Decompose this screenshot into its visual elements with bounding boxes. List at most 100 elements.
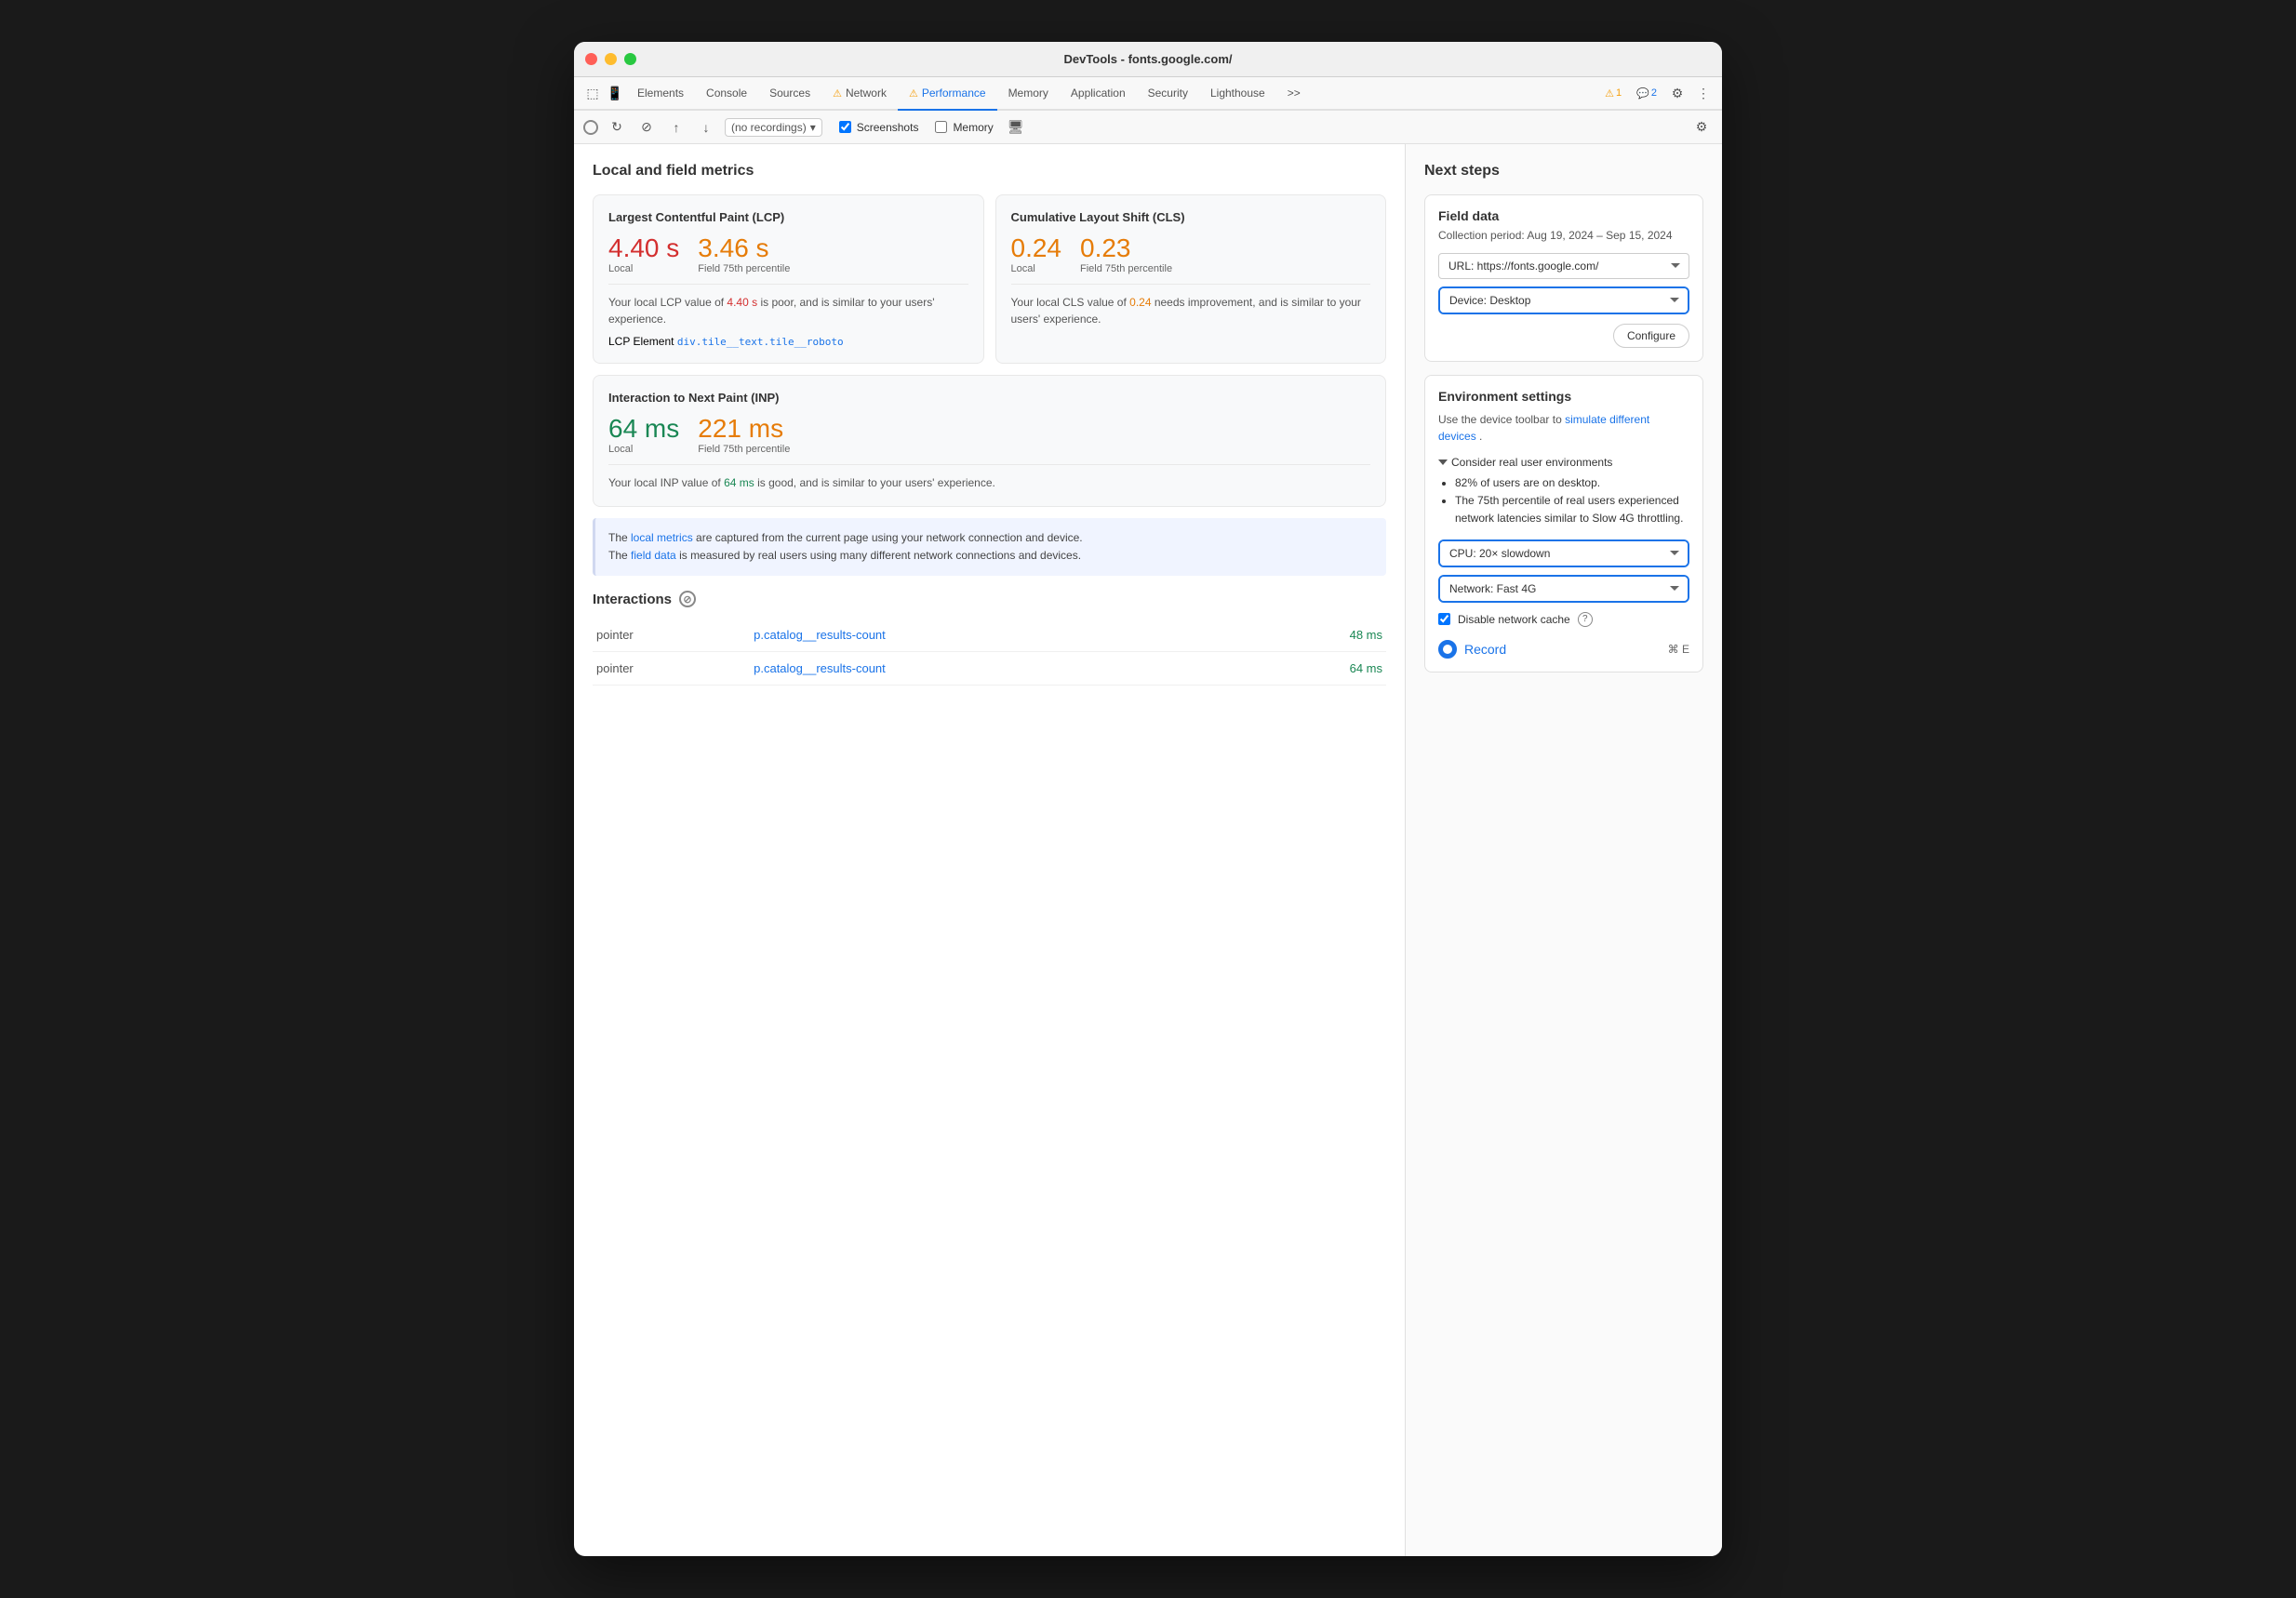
network-warn-icon: ⚠ [833,87,842,100]
device-select[interactable]: Device: Desktop [1440,288,1688,313]
configure-button[interactable]: Configure [1613,324,1689,348]
table-row: pointer p.catalog__results-count 64 ms [593,652,1386,686]
lcp-card: Largest Contentful Paint (LCP) 4.40 s Lo… [593,194,984,364]
triangle-icon [1438,459,1448,465]
device-select-container: Device: Desktop [1438,286,1689,314]
local-metrics-link[interactable]: local metrics [631,531,693,544]
cls-local-label: Local [1011,263,1062,274]
tab-elements[interactable]: Elements [626,77,695,111]
lcp-field-value: 3.46 s [698,235,790,261]
record-button[interactable]: Record [1438,640,1506,659]
inp-card: Interaction to Next Paint (INP) 64 ms Lo… [593,375,1386,507]
table-row: pointer p.catalog__results-count 48 ms [593,619,1386,652]
main-content: Local and field metrics Largest Contentf… [574,144,1722,1556]
cpu-select-container: CPU: 20× slowdown [1438,539,1689,567]
network-conditions-icon[interactable]: 🖥 [1005,116,1027,139]
tab-network[interactable]: ⚠ Network [821,77,898,111]
inspect-icon[interactable]: ⬚ [581,82,604,104]
record-shortcut: ⌘ E [1668,643,1689,656]
interaction-type-1: pointer [593,619,750,652]
lcp-field-label: Field 75th percentile [698,263,790,274]
disable-cache-checkbox[interactable] [1438,613,1450,625]
tab-more[interactable]: >> [1276,77,1312,111]
recordings-dropdown[interactable]: (no recordings) ▾ [725,118,822,137]
next-steps-title: Next steps [1424,163,1703,180]
lcp-field-group: 3.46 s Field 75th percentile [698,235,790,274]
window-title: DevTools - fonts.google.com/ [1063,52,1232,66]
cls-local-value: 0.24 [1011,235,1062,261]
nav-right-actions: ⚠ 1 💬 2 ⚙ ⋮ [1599,82,1715,104]
more-options-icon[interactable]: ⋮ [1692,82,1715,104]
tab-performance[interactable]: ⚠ Performance [898,77,997,111]
left-panel: Local and field metrics Largest Contentf… [574,144,1406,1556]
tab-lighthouse[interactable]: Lighthouse [1199,77,1276,111]
network-select[interactable]: Network: Fast 4G [1440,577,1688,601]
lcp-element-row: LCP Element div.tile__text.tile__roboto [608,335,968,348]
tab-application[interactable]: Application [1060,77,1137,111]
devtools-window: DevTools - fonts.google.com/ ⬚ 📱 Element… [574,42,1722,1556]
list-item: 82% of users are on desktop. [1455,474,1689,492]
cls-title: Cumulative Layout Shift (CLS) [1011,210,1371,224]
interaction-selector-2[interactable]: p.catalog__results-count [754,661,886,675]
collection-period: Collection period: Aug 19, 2024 – Sep 15… [1438,229,1689,242]
maximize-button[interactable] [624,53,636,65]
inp-local-label: Local [608,444,679,455]
window-controls [585,53,636,65]
cls-field-value: 0.23 [1080,235,1172,261]
url-select[interactable]: URL: https://fonts.google.com/ [1438,253,1689,279]
lcp-local-label: Local [608,263,679,274]
info-badge[interactable]: 💬 2 [1631,86,1662,101]
cls-description: Your local CLS value of 0.24 needs impro… [1011,294,1371,327]
memory-checkbox[interactable] [935,121,947,133]
title-bar: DevTools - fonts.google.com/ [574,42,1722,77]
inp-field-group: 221 ms Field 75th percentile [698,416,790,455]
settings-icon[interactable]: ⚙ [1666,82,1689,104]
field-data-link[interactable]: field data [631,549,676,562]
cls-inline-value: 0.24 [1129,296,1151,309]
upload-icon[interactable]: ↑ [665,116,687,139]
env-desc: Use the device toolbar to simulate diffe… [1438,411,1689,445]
consider-title: Consider real user environments [1438,456,1689,469]
tab-security[interactable]: Security [1137,77,1199,111]
tab-console[interactable]: Console [695,77,758,111]
cls-field-group: 0.23 Field 75th percentile [1080,235,1172,274]
disable-cache-row: Disable network cache ? [1438,612,1689,627]
lcp-element-label: LCP Element [608,335,674,348]
minimize-button[interactable] [605,53,617,65]
inp-description: Your local INP value of 64 ms is good, a… [608,474,1370,491]
env-title: Environment settings [1438,389,1689,404]
field-data-card: Field data Collection period: Aug 19, 20… [1424,194,1703,362]
close-button[interactable] [585,53,597,65]
download-icon[interactable]: ↓ [695,116,717,139]
cpu-select[interactable]: CPU: 20× slowdown [1440,541,1688,566]
record-dot-icon[interactable] [583,120,598,135]
stop-icon[interactable]: ⊘ [635,116,658,139]
help-icon[interactable]: ? [1578,612,1593,627]
interaction-time-1: 48 ms [1243,619,1386,652]
warning-badge[interactable]: ⚠ 1 [1599,86,1627,101]
record-inner-icon [1443,645,1452,654]
inp-field-label: Field 75th percentile [698,444,790,455]
interactions-table: pointer p.catalog__results-count 48 ms p… [593,619,1386,686]
consider-section: Consider real user environments 82% of u… [1438,456,1689,528]
settings-gear-icon[interactable]: ⚙ [1690,116,1713,139]
tab-memory[interactable]: Memory [997,77,1060,111]
info-icon-badge: 💬 [1636,87,1649,100]
interaction-selector-1[interactable]: p.catalog__results-count [754,628,886,642]
interactions-block-icon: ⊘ [679,591,696,607]
tab-sources[interactable]: Sources [758,77,821,111]
inp-local-value: 64 ms [608,416,679,442]
consider-list: 82% of users are on desktop. The 75th pe… [1438,474,1689,528]
inp-inline-value: 64 ms [724,476,754,489]
device-icon[interactable]: 📱 [604,82,626,104]
right-panel: Next steps Field data Collection period:… [1406,144,1722,1556]
warn-icon-badge: ⚠ [1605,87,1614,100]
cls-values: 0.24 Local 0.23 Field 75th percentile [1011,235,1371,274]
lcp-inline-value: 4.40 s [727,296,757,309]
lcp-element-selector[interactable]: div.tile__text.tile__roboto [677,336,844,348]
screenshots-checkbox[interactable] [839,121,851,133]
refresh-icon[interactable]: ↻ [606,116,628,139]
lcp-title: Largest Contentful Paint (LCP) [608,210,968,224]
record-row: Record ⌘ E [1438,640,1689,659]
field-data-title: Field data [1438,208,1689,223]
